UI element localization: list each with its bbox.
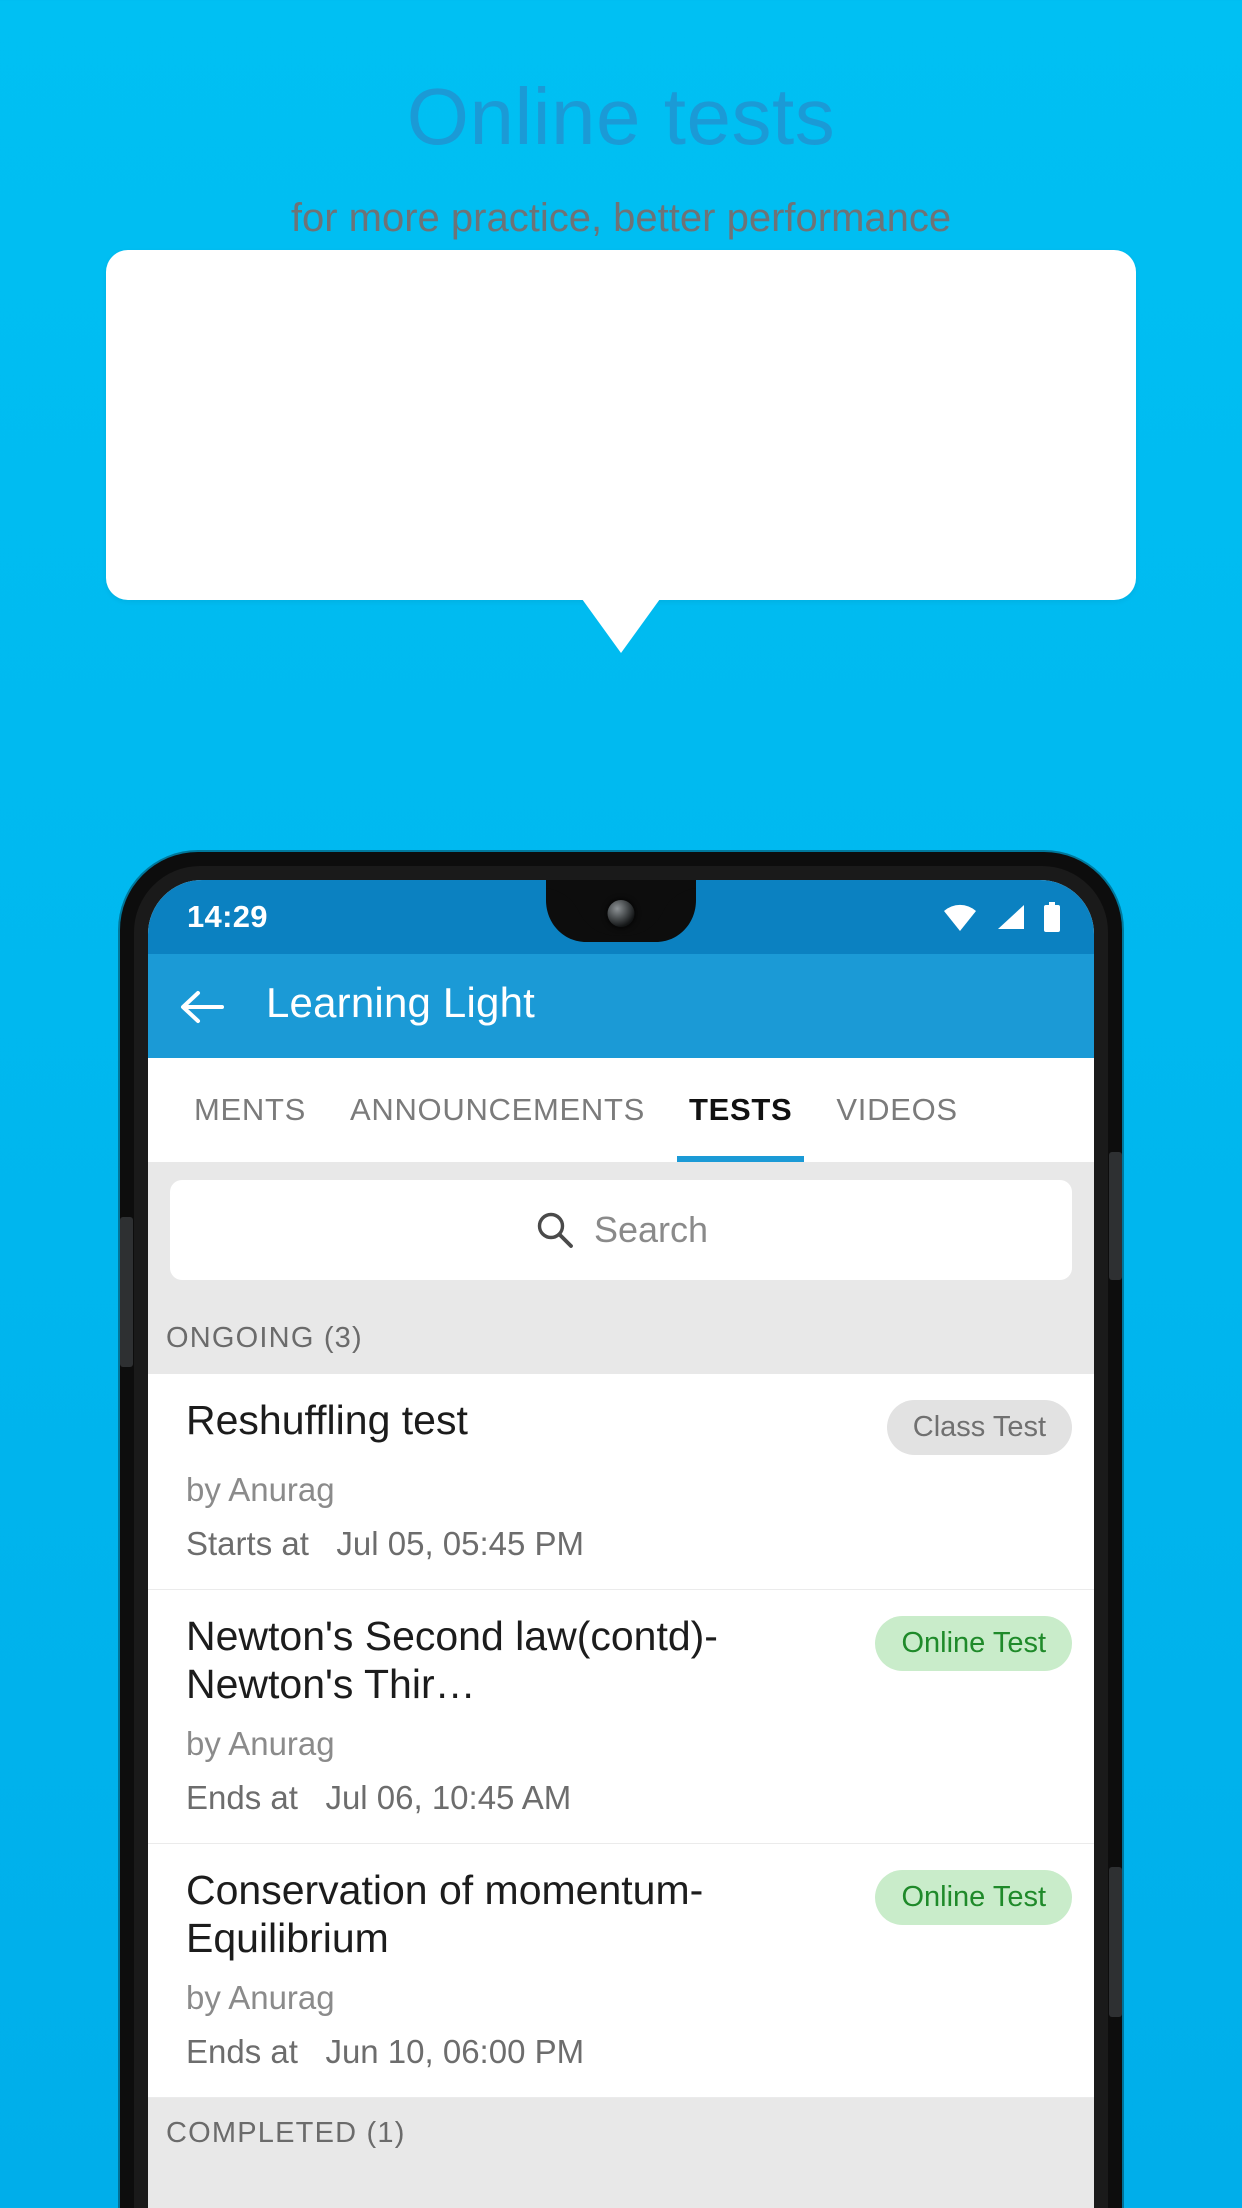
section-header-ongoing: ONGOING (3) [148, 1302, 1094, 1374]
promo-card-tail [582, 599, 660, 653]
wifi-icon [944, 904, 976, 931]
test-time-label: Ends at [186, 1778, 298, 1816]
phone-assistant-button[interactable] [120, 1217, 133, 1367]
test-time-label: Ends at [186, 2032, 298, 2070]
battery-icon [1044, 902, 1060, 932]
section-header-completed: COMPLETED (1) [148, 2097, 1094, 2170]
test-item-header: Reshuffling test Class Test [186, 1396, 1072, 1455]
test-type-badge: Online Test [875, 1869, 1072, 1925]
test-time-value: Jun 10, 06:00 PM [325, 2032, 585, 2070]
phone-device-frame: 14:29 Learning Light MENTS ANNOUNCEMENTS… [120, 852, 1122, 2208]
test-title: Conservation of momentum-Equilibrium [186, 1866, 704, 1962]
test-list-item[interactable]: Reshuffling test Class Test by Anurag St… [148, 1374, 1094, 1590]
promo-title: Online tests [406, 72, 836, 161]
tab-bar: MENTS ANNOUNCEMENTS TESTS VIDEOS [148, 1058, 1094, 1162]
app-title: Learning Light [266, 979, 536, 1026]
promo-subtitle: for more practice, better performance [290, 196, 952, 240]
tab-videos[interactable]: VIDEOS [814, 1058, 979, 1162]
phone-volume-button[interactable] [1109, 1867, 1122, 2017]
search-icon [537, 1212, 573, 1248]
test-title: Reshuffling test [186, 1397, 468, 1443]
phone-screen: 14:29 Learning Light MENTS ANNOUNCEMENTS… [148, 880, 1094, 2208]
status-time: 14:29 [187, 899, 268, 934]
tab-ments[interactable]: MENTS [172, 1058, 328, 1162]
phone-power-button[interactable] [1109, 1152, 1122, 1280]
back-arrow-icon[interactable] [178, 983, 226, 1031]
test-type-badge: Class Test [886, 1400, 1072, 1455]
test-type-badge: Online Test [875, 1616, 1072, 1671]
search-container: Search [148, 1162, 1094, 1302]
search-input[interactable]: Search [170, 1180, 1072, 1280]
test-time-value: Jul 05, 05:45 PM [336, 1525, 585, 1562]
test-list-item[interactable]: Conservation of momentum-Equilibrium Onl… [148, 1843, 1094, 2098]
test-item-header: Newton's Second law(contd)-Newton's Thir… [186, 1612, 1072, 1709]
test-time-value: Jul 06, 10:45 AM [325, 1778, 572, 1816]
test-time: Ends at Jun 10, 06:00 PM [186, 2033, 1072, 2071]
tab-announcements[interactable]: ANNOUNCEMENTS [328, 1058, 667, 1162]
test-author: by Anurag [186, 1978, 335, 2016]
test-author: by Anurag [186, 1471, 335, 1508]
test-item-header: Conservation of momentum-Equilibrium Onl… [186, 1866, 1072, 1963]
status-icons [942, 902, 1062, 932]
search-placeholder: Search [593, 1209, 709, 1250]
tab-tests[interactable]: TESTS [667, 1058, 814, 1162]
signal-icon [998, 905, 1024, 929]
promo-card [106, 250, 1136, 600]
tests-content: Search ONGOING (3) Reshuffling test Clas… [148, 1162, 1094, 2208]
test-time-label: Starts at [186, 1525, 309, 1562]
test-time: Ends at Jul 06, 10:45 AM [186, 1779, 1072, 1817]
test-time: Starts at Jul 05, 05:45 PM [186, 1525, 1072, 1563]
test-author: by Anurag [186, 1724, 335, 1762]
test-list-item[interactable]: Newton's Second law(contd)-Newton's Thir… [148, 1590, 1094, 1844]
front-camera-icon [607, 900, 635, 927]
app-bar: Learning Light [148, 954, 1094, 1058]
test-title: Newton's Second law(contd)-Newton's Thir… [186, 1613, 718, 1708]
